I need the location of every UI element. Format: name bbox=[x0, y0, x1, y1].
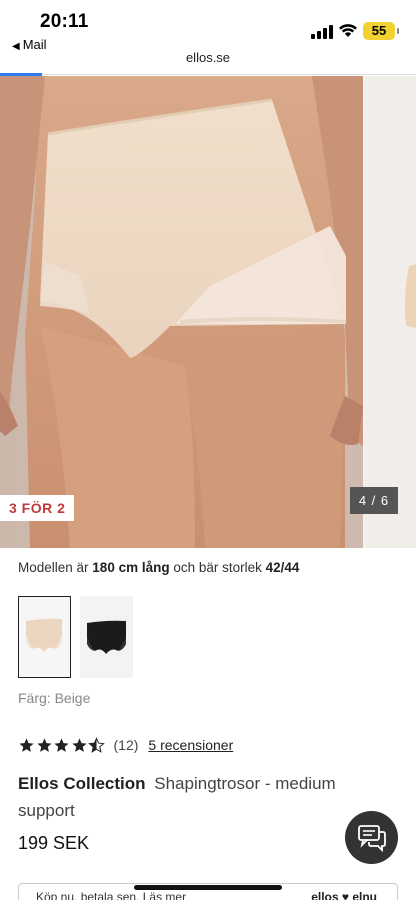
product-image[interactable] bbox=[0, 76, 363, 548]
promo-badge: 3 FÖR 2 bbox=[0, 495, 75, 521]
wifi-icon bbox=[339, 24, 357, 37]
star-full-icon bbox=[54, 737, 69, 752]
chat-button[interactable] bbox=[345, 811, 398, 864]
address-divider bbox=[42, 74, 416, 75]
signal-icon bbox=[311, 25, 333, 39]
payment-banner-text: Köp nu, betala sen. Läs mer bbox=[36, 890, 187, 900]
model-info-prefix: Modellen är bbox=[18, 560, 93, 575]
chat-bubbles-icon bbox=[358, 825, 386, 853]
product-brand[interactable]: Ellos Collection bbox=[18, 774, 146, 793]
product-image-gallery[interactable] bbox=[0, 76, 416, 548]
url-text: ellos.se bbox=[185, 50, 231, 65]
color-label: Färg: Beige bbox=[18, 690, 91, 706]
address-bar[interactable]: ellos.se bbox=[0, 50, 416, 74]
product-price: 199 SEK bbox=[18, 833, 90, 853]
status-bar: 20:11 ◀ Mail 55 bbox=[0, 0, 416, 52]
star-half-icon bbox=[88, 736, 105, 753]
model-height: 180 cm lång bbox=[92, 560, 170, 575]
product-rating[interactable]: (12) 5 recensioner bbox=[18, 735, 233, 755]
star-full-icon bbox=[36, 737, 52, 752]
star-full-icon bbox=[19, 737, 34, 752]
model-info-middle: och bär storlek bbox=[169, 560, 266, 575]
rating-count: (12) bbox=[113, 737, 139, 753]
model-size-info: Modellen är 180 cm lång och bär storlek … bbox=[18, 560, 299, 575]
payment-banner-logo: ellos ♥ elnu bbox=[311, 890, 377, 900]
reviews-link[interactable]: 5 recensioner bbox=[148, 737, 233, 753]
product-title: Ellos Collection Shapingtrosor - medium … bbox=[18, 770, 378, 824]
next-product-image-peek[interactable] bbox=[365, 76, 416, 548]
rating-stars bbox=[18, 736, 106, 754]
image-counter: 4 / 6 bbox=[350, 487, 398, 514]
battery-indicator: 55 bbox=[363, 22, 399, 40]
swatch-black[interactable] bbox=[80, 596, 133, 678]
swatch-beige[interactable] bbox=[18, 596, 71, 678]
status-time: 20:11 bbox=[40, 11, 89, 32]
star-full-icon bbox=[71, 737, 87, 752]
model-size: 42/44 bbox=[265, 560, 300, 575]
home-indicator[interactable] bbox=[134, 885, 282, 890]
